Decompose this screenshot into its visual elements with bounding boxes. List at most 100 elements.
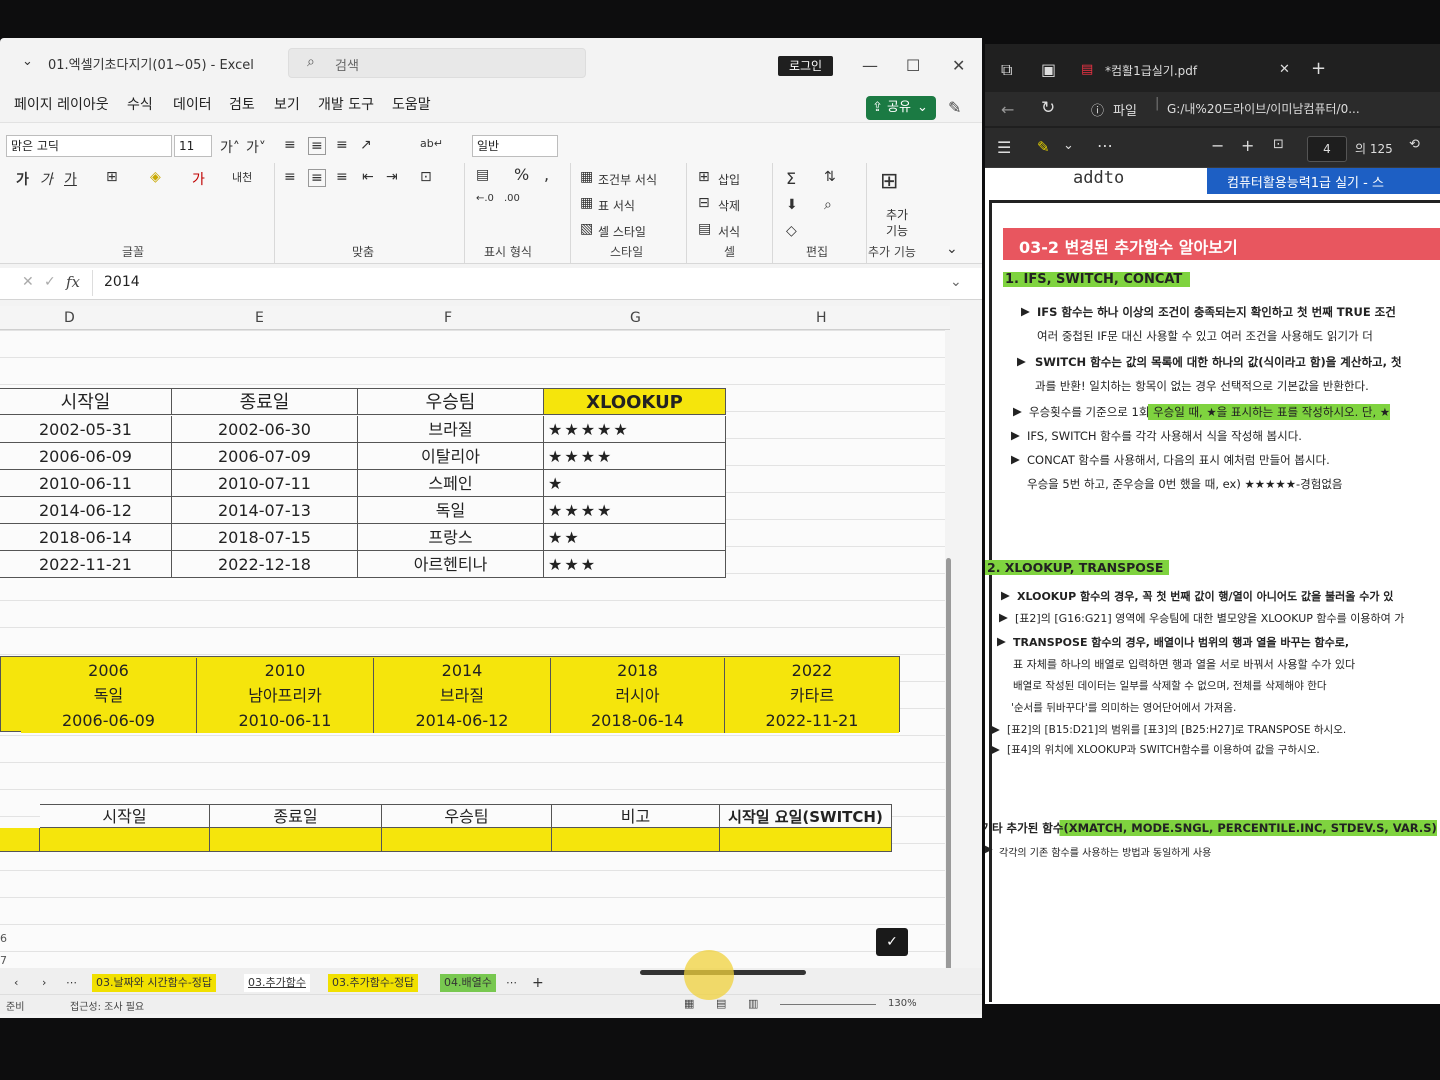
align-bottom-icon[interactable]: ≡ xyxy=(336,137,348,153)
table-cell[interactable]: 2018-07-15 xyxy=(172,524,358,551)
header-start-date[interactable]: 시작일 xyxy=(40,804,210,828)
header-end-date[interactable]: 종료일 xyxy=(210,804,382,828)
font-color-icon[interactable]: 가 xyxy=(192,169,205,189)
column-header-g[interactable]: G xyxy=(630,310,641,326)
contents-icon[interactable]: ☰ xyxy=(997,138,1011,157)
sheet-tab-date-answer[interactable]: 03.날짜와 시간함수-정답 xyxy=(92,974,217,992)
decrease-decimal-icon[interactable]: .00 xyxy=(504,193,520,204)
input-cell[interactable] xyxy=(0,828,40,852)
header-end-date[interactable]: 종료일 xyxy=(172,388,358,415)
formula-input[interactable]: 2014 xyxy=(104,274,140,290)
input-cell[interactable] xyxy=(382,828,552,852)
align-center-icon[interactable]: ≡ xyxy=(308,169,326,187)
ribbon-collapse-icon[interactable]: ⌄ xyxy=(946,241,958,257)
input-cell[interactable] xyxy=(720,828,892,852)
zoom-out-icon[interactable]: − xyxy=(1211,136,1224,155)
header-winner[interactable]: 우승팀 xyxy=(358,388,544,415)
prev-sheet-icon[interactable]: ‹ xyxy=(10,974,22,992)
tab-actions-icon[interactable]: ▣ xyxy=(1041,60,1056,79)
header-remarks[interactable]: 비고 xyxy=(552,804,720,828)
address-input[interactable]: G:/내%20드라이브/이미남컴퓨터/0... xyxy=(1167,100,1360,117)
input-cell[interactable] xyxy=(210,828,382,852)
table-cell[interactable]: 이탈리아 xyxy=(358,443,544,470)
cancel-icon[interactable]: ✕ xyxy=(22,274,34,290)
percent-icon[interactable]: % xyxy=(514,165,529,184)
year-cell[interactable]: 2006 xyxy=(21,658,197,683)
indent-increase-icon[interactable]: ⇥ xyxy=(386,169,398,185)
table-cell[interactable]: 스페인 xyxy=(358,470,544,497)
date-cell[interactable]: 2022-11-21 xyxy=(725,708,899,733)
fit-page-icon[interactable]: ⊡ xyxy=(1273,137,1284,152)
more-icon[interactable]: ⋯ xyxy=(1097,136,1113,155)
insert-cells-icon[interactable]: ⊞ xyxy=(698,169,710,185)
maximize-icon[interactable]: ☐ xyxy=(906,56,920,75)
cell-style-button[interactable]: 셀 스타일 xyxy=(598,223,646,240)
info-icon[interactable]: ⓘ xyxy=(1091,100,1104,119)
close-icon[interactable]: ✕ xyxy=(952,56,965,75)
column-header-d[interactable]: D xyxy=(64,310,75,326)
format-cells-icon[interactable]: ▤ xyxy=(698,221,711,237)
star-rating-cell[interactable]: ★★★★ xyxy=(544,443,726,470)
page-layout-view-icon[interactable]: ▤ xyxy=(716,997,726,1010)
comments-icon[interactable]: ✎ xyxy=(948,98,961,117)
sheet-tab-extra-answer[interactable]: 03.추가함수-정답 xyxy=(328,974,419,992)
share-button[interactable]: ⇪ 공유 ⌄ xyxy=(866,96,936,120)
more-sheets-icon[interactable]: ⋯ xyxy=(62,974,81,992)
host-cell[interactable]: 카타르 xyxy=(725,683,899,708)
addins-button[interactable]: 추가 기능 xyxy=(882,207,912,239)
table-format-icon[interactable]: ▦ xyxy=(580,195,593,211)
tab-review[interactable]: 검토 xyxy=(229,94,255,114)
login-button[interactable]: 로그인 xyxy=(778,56,833,76)
table-cell[interactable]: 2006-06-09 xyxy=(0,443,172,470)
add-sheet-icon[interactable]: + xyxy=(528,974,548,992)
border-icon[interactable]: ⊞ xyxy=(106,169,118,185)
workspaces-icon[interactable]: ⧉ xyxy=(1001,60,1012,80)
increase-decimal-icon[interactable]: ←.0 xyxy=(476,193,494,204)
host-cell[interactable]: 브라질 xyxy=(374,683,551,708)
more-tabs-icon[interactable]: ⋯ xyxy=(502,974,521,992)
table-cell[interactable]: 아르헨티나 xyxy=(358,551,544,578)
italic-icon[interactable]: 가 xyxy=(40,169,53,189)
fill-icon[interactable]: ⬇ xyxy=(786,197,798,213)
date-cell[interactable]: 2006-06-09 xyxy=(21,708,197,733)
host-cell[interactable]: 독일 xyxy=(21,683,197,708)
font-grow-icon[interactable]: 가˄ xyxy=(220,137,240,157)
star-rating-cell[interactable]: ★★★ xyxy=(544,551,726,578)
font-name-select[interactable]: 맑은 고딕 xyxy=(6,135,172,157)
date-cell[interactable]: 2010-06-11 xyxy=(197,708,374,733)
next-sheet-icon[interactable]: › xyxy=(38,974,50,992)
column-header-h[interactable]: H xyxy=(816,310,827,326)
tab-data[interactable]: 데이터 xyxy=(173,94,212,114)
insert-button[interactable]: 삽입 xyxy=(718,171,740,188)
column-header-f[interactable]: F xyxy=(444,310,452,326)
align-top-icon[interactable]: ≡ xyxy=(284,137,296,153)
table-cell[interactable]: 2014-06-12 xyxy=(0,497,172,524)
sheet-tab-array[interactable]: 04.배열수 xyxy=(440,974,496,992)
table-cell[interactable]: 2014-07-13 xyxy=(172,497,358,524)
phonetic-icon[interactable]: 내천 xyxy=(232,169,252,185)
format-button[interactable]: 서식 xyxy=(718,223,740,240)
table-cell[interactable]: 2010-07-11 xyxy=(172,470,358,497)
autosum-icon[interactable]: Σ xyxy=(786,169,796,188)
new-tab-icon[interactable]: + xyxy=(1311,58,1326,79)
currency-icon[interactable]: ▤ xyxy=(476,167,489,183)
comma-icon[interactable]: , xyxy=(544,165,549,184)
column-header-e[interactable]: E xyxy=(255,310,264,326)
browser-tab-title[interactable]: *컴활1급실기.pdf xyxy=(1105,62,1197,79)
worksheet-grid[interactable]: 시작일 종료일 우승팀 XLOOKUP 2002-05-31 2002-06-3… xyxy=(0,330,945,1007)
font-shrink-icon[interactable]: 가˅ xyxy=(246,137,266,157)
search-box[interactable]: ⌕ 검색 xyxy=(288,48,586,78)
date-cell[interactable]: 2014-06-12 xyxy=(374,708,551,733)
orientation-icon[interactable]: ↗ xyxy=(360,137,372,153)
star-rating-cell[interactable]: ★★★★ xyxy=(544,497,726,524)
number-format-select[interactable]: 일반 xyxy=(472,135,558,157)
table-cell[interactable]: 브라질 xyxy=(358,416,544,443)
tab-view[interactable]: 보기 xyxy=(274,94,300,114)
conditional-format-icon[interactable]: ▦ xyxy=(580,169,593,185)
zoom-slider[interactable] xyxy=(780,1004,876,1005)
merge-cells-icon[interactable]: ⊡ xyxy=(420,169,432,185)
align-right-icon[interactable]: ≡ xyxy=(336,169,348,185)
confirm-check-button[interactable]: ✓ xyxy=(876,928,908,956)
year-cell[interactable]: 2018 xyxy=(551,658,725,683)
sheet-tab-extra-functions[interactable]: 03.추가함수 xyxy=(244,974,310,992)
